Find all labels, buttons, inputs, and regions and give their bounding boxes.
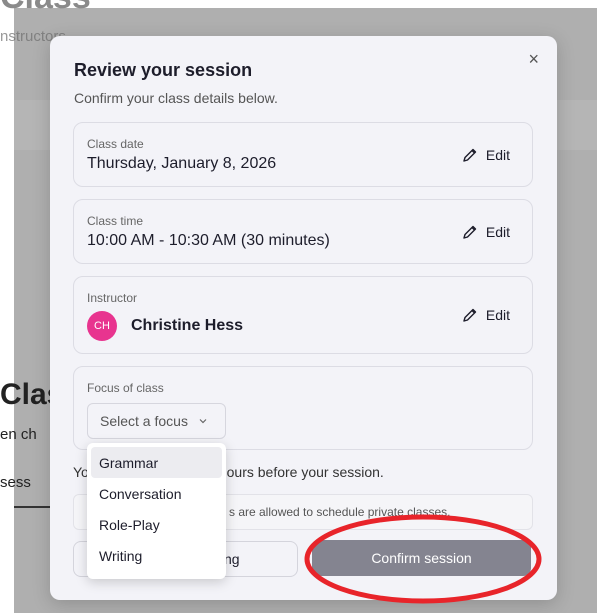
class-time-card: Class time 10:00 AM - 10:30 AM (30 minut… [73, 199, 533, 264]
edit-date-button[interactable]: Edit [462, 147, 510, 163]
focus-card: Focus of class Select a focus [73, 366, 533, 450]
confirm-session-label: Confirm session [371, 550, 472, 566]
edit-instructor-button[interactable]: Edit [462, 307, 510, 323]
class-date-label: Class date [87, 137, 144, 151]
dropdown-option-writing[interactable]: Writing [91, 540, 222, 571]
background-text: en ch [0, 426, 37, 443]
background-divider [14, 506, 54, 508]
class-date-value: Thursday, January 8, 2026 [87, 155, 277, 172]
focus-select[interactable]: Select a focus [87, 403, 226, 439]
class-date-card: Class date Thursday, January 8, 2026 Edi… [73, 122, 533, 187]
edit-date-label: Edit [485, 147, 510, 163]
instructor-label: Instructor [87, 291, 138, 305]
instructor-name: Christine Hess [131, 317, 244, 334]
chevron-down-icon [199, 419, 207, 424]
pencil-icon [463, 225, 477, 239]
dropdown-option-grammar[interactable]: Grammar [91, 447, 222, 478]
pencil-icon [463, 148, 477, 162]
close-icon[interactable]: × [528, 50, 539, 68]
dropdown-option-role-play[interactable]: Role-Play [91, 509, 222, 540]
pencil-icon [463, 308, 477, 322]
edit-time-label: Edit [485, 224, 510, 240]
secondary-button-label: ng [224, 551, 240, 567]
focus-label: Focus of class [87, 381, 164, 395]
background-session-text: sess [0, 474, 31, 491]
notice-end: hours before your session. [218, 464, 384, 480]
edit-time-button[interactable]: Edit [462, 224, 510, 240]
confirm-session-button[interactable]: Confirm session [312, 540, 531, 576]
info-text: s are allowed to schedule private classe… [229, 505, 451, 519]
focus-select-placeholder: Select a focus [100, 413, 188, 429]
dropdown-option-conversation[interactable]: Conversation [91, 478, 222, 509]
class-time-label: Class time [87, 214, 144, 228]
modal-subtitle: Confirm your class details below. [74, 90, 278, 106]
instructor-card: Instructor CH Christine Hess Edit [73, 276, 533, 354]
avatar: CH [87, 311, 117, 341]
modal-title: Review your session [74, 60, 253, 80]
focus-dropdown-menu: Grammar Conversation Role-Play Writing [87, 443, 226, 579]
edit-instructor-label: Edit [485, 307, 510, 323]
class-time-value: 10:00 AM - 10:30 AM (30 minutes) [87, 232, 330, 249]
